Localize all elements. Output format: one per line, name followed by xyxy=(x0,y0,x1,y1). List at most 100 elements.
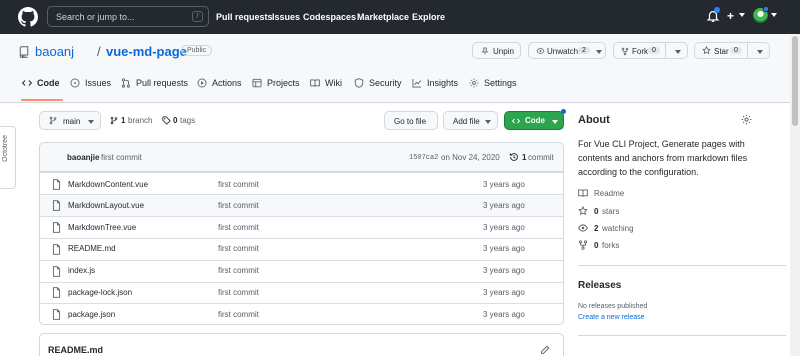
go-to-file-button[interactable]: Go to file xyxy=(384,111,438,130)
file-icon xyxy=(52,309,61,320)
button-divider xyxy=(665,43,666,58)
fork-button[interactable]: Fork 0 xyxy=(613,42,688,59)
code-label: Code xyxy=(525,116,545,125)
chevron-down-icon[interactable] xyxy=(675,50,681,54)
chevron-down-icon[interactable] xyxy=(757,50,763,54)
pull-request-icon xyxy=(121,78,131,88)
octotree-toggle[interactable]: Octotree xyxy=(0,126,16,189)
file-name[interactable]: MarkdownContent.vue xyxy=(68,180,148,189)
file-icon xyxy=(52,179,61,190)
chevron-down-icon xyxy=(485,120,491,124)
star-button[interactable]: Star 0 xyxy=(694,42,770,59)
divider xyxy=(578,335,786,336)
code-button[interactable]: Code xyxy=(504,111,564,130)
go-to-file-label: Go to file xyxy=(394,117,427,126)
commit-message[interactable]: first commit xyxy=(101,153,142,162)
stars-link[interactable]: stars xyxy=(602,207,619,216)
star-icon xyxy=(578,206,588,216)
readme-link[interactable]: Readme xyxy=(594,189,624,198)
fork-icon xyxy=(621,47,629,56)
search-input[interactable]: Search or jump to... / xyxy=(47,6,209,27)
tab-security[interactable]: Security xyxy=(369,78,402,88)
file-commit-message[interactable]: first commit xyxy=(218,201,259,210)
tags-count[interactable]: 0 xyxy=(173,116,177,125)
nav-marketplace[interactable]: Marketplace xyxy=(357,12,409,22)
tab-pull-requests[interactable]: Pull requests xyxy=(136,78,188,88)
tab-settings[interactable]: Settings xyxy=(484,78,517,88)
file-name[interactable]: package.json xyxy=(68,310,115,319)
commit-author[interactable]: baoanjie xyxy=(67,153,99,162)
file-name[interactable]: README.md xyxy=(68,244,116,253)
tags-link[interactable]: tags xyxy=(180,116,195,125)
commit-count-label[interactable]: commit xyxy=(528,153,554,162)
file-commit-message[interactable]: first commit xyxy=(218,244,259,253)
tab-projects[interactable]: Projects xyxy=(267,78,300,88)
star-icon xyxy=(702,46,711,55)
nav-explore[interactable]: Explore xyxy=(412,12,445,22)
branch-select[interactable]: main xyxy=(39,111,101,130)
about-heading: About xyxy=(578,114,610,126)
notification-indicator xyxy=(714,7,720,13)
file-age: 3 years ago xyxy=(483,310,525,319)
readme-title[interactable]: README.md xyxy=(48,345,103,355)
tab-issues[interactable]: Issues xyxy=(85,78,111,88)
nav-issues[interactable]: Issues xyxy=(272,12,300,22)
commit-count[interactable]: 1 xyxy=(522,153,526,162)
repo-name-link[interactable]: vue-md-page xyxy=(106,44,187,59)
actions-play-icon xyxy=(197,78,207,88)
unwatch-button[interactable]: Unwatch 2 xyxy=(528,42,606,59)
file-commit-message[interactable]: first commit xyxy=(218,180,259,189)
repo-description: For Vue CLI Project, Generate pages with… xyxy=(578,139,748,177)
chevron-down-icon[interactable] xyxy=(739,13,745,17)
releases-heading[interactable]: Releases xyxy=(578,280,621,291)
file-name[interactable]: index.js xyxy=(68,266,95,275)
fork-icon xyxy=(578,240,588,250)
file-commit-message[interactable]: first commit xyxy=(218,310,259,319)
branch-icon xyxy=(110,116,118,125)
branch-name: main xyxy=(63,117,81,126)
watch-count: 2 xyxy=(578,47,590,54)
file-icon xyxy=(52,266,61,277)
forks-link[interactable]: forks xyxy=(602,241,619,250)
fork-label: Fork xyxy=(632,47,648,56)
scrollbar-thumb[interactable] xyxy=(792,36,798,126)
star-label: Star xyxy=(714,47,729,56)
pencil-icon[interactable] xyxy=(540,345,550,355)
forks-count[interactable]: 0 xyxy=(594,241,598,250)
watching-count[interactable]: 2 xyxy=(594,224,598,233)
tab-insights[interactable]: Insights xyxy=(427,78,458,88)
file-name[interactable]: MarkdownLayout.vue xyxy=(68,201,144,210)
create-release-link[interactable]: Create a new release xyxy=(578,314,645,321)
tab-code[interactable]: Code xyxy=(37,78,60,88)
file-age: 3 years ago xyxy=(483,288,525,297)
graph-icon xyxy=(412,78,422,88)
code-button-indicator xyxy=(561,109,566,114)
branches-count[interactable]: 1 xyxy=(121,116,125,125)
nav-codespaces[interactable]: Codespaces xyxy=(303,12,356,22)
button-divider xyxy=(747,43,748,58)
gear-icon[interactable] xyxy=(741,114,752,125)
create-new-icon[interactable]: + xyxy=(727,9,734,23)
file-commit-message[interactable]: first commit xyxy=(218,266,259,275)
file-name[interactable]: package-lock.json xyxy=(68,288,132,297)
tab-actions[interactable]: Actions xyxy=(212,78,242,88)
repo-path-separator: / xyxy=(97,44,101,59)
stars-count[interactable]: 0 xyxy=(594,207,598,216)
github-logo-icon[interactable] xyxy=(18,7,38,27)
no-releases-text: No releases published xyxy=(578,303,648,310)
file-commit-message[interactable]: first commit xyxy=(218,223,259,232)
file-icon xyxy=(52,287,61,298)
commit-sha[interactable]: 1507ca2 xyxy=(409,154,438,162)
chevron-down-icon[interactable] xyxy=(771,13,777,17)
wiki-book-icon xyxy=(310,79,320,87)
issue-icon xyxy=(70,78,80,88)
repo-owner-link[interactable]: baoanj xyxy=(35,44,74,59)
nav-pull-requests[interactable]: Pull requests xyxy=(216,12,273,22)
watching-link[interactable]: watching xyxy=(602,224,634,233)
unpin-button[interactable]: Unpin xyxy=(472,42,521,59)
file-name[interactable]: MarkdownTree.vue xyxy=(68,223,136,232)
branches-link[interactable]: branch xyxy=(128,116,152,125)
tab-wiki[interactable]: Wiki xyxy=(325,78,342,88)
add-file-button[interactable]: Add file xyxy=(443,111,498,130)
file-commit-message[interactable]: first commit xyxy=(218,288,259,297)
